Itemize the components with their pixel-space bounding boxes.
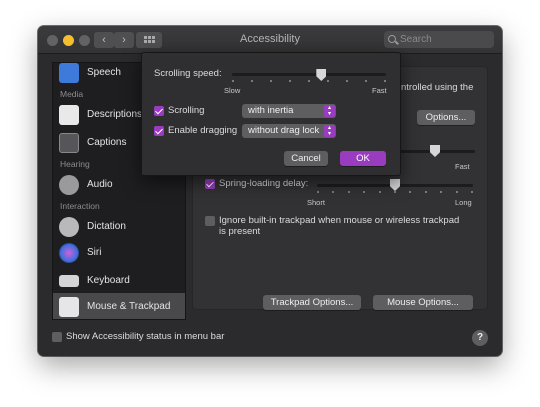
slider-tick: [440, 191, 443, 193]
sidebar-item-label: Keyboard: [87, 275, 130, 286]
slider-tick: [409, 191, 412, 193]
double-click-speed-thumb[interactable]: [430, 145, 440, 157]
slider-tick: [289, 80, 291, 82]
back-arrow-icon: ‹: [102, 34, 106, 46]
slider-tick: [363, 191, 366, 193]
slider-tick: [251, 80, 253, 82]
long-label: Long: [455, 198, 472, 207]
sidebar-item-label: Descriptions: [87, 109, 143, 120]
slider-tick: [347, 191, 350, 193]
forward-arrow-icon: ›: [122, 34, 126, 46]
mouse-trackpad-icon: [59, 297, 79, 317]
keyboard-icon: [59, 275, 79, 287]
sidebar-header-media: Media: [60, 89, 84, 99]
slow-label: Slow: [224, 86, 241, 95]
scrolling-speed-thumb[interactable]: [316, 69, 327, 81]
sidebar-header-hearing: Hearing: [60, 159, 90, 169]
slider-tick: [365, 80, 367, 82]
enable-dragging-checkbox[interactable]: [154, 126, 164, 136]
sidebar-item-siri[interactable]: Siri: [53, 239, 185, 267]
slider-tick: [332, 191, 335, 193]
fast-label: Fast: [455, 162, 470, 171]
slider-tick: [455, 191, 458, 193]
cancel-button[interactable]: Cancel: [284, 151, 328, 166]
slider-tick: [308, 80, 310, 82]
slider-tick: [327, 80, 329, 82]
slider-tick: [317, 191, 319, 193]
dragging-select-value: without drag lock: [248, 125, 320, 136]
window-title: Accessibility: [240, 33, 300, 45]
dictation-icon: [59, 217, 79, 237]
scrolling-label: Scrolling: [168, 105, 205, 116]
scrolling-checkbox[interactable]: [154, 106, 164, 116]
scrolling-select[interactable]: with inertia ▴ ▾: [242, 104, 336, 118]
sidebar-header-interaction: Interaction: [60, 201, 100, 211]
slider-tick: [384, 80, 386, 82]
spring-loading-checkbox[interactable]: [205, 179, 215, 189]
slider-tick: [346, 80, 348, 82]
ignore-trackpad-label-line1: Ignore built-in trackpad when mouse or w…: [219, 215, 460, 226]
forward-button[interactable]: ›: [114, 32, 134, 48]
siri-icon: [59, 243, 79, 263]
sidebar-item-mouse-trackpad[interactable]: Mouse & Trackpad: [53, 293, 185, 319]
help-button[interactable]: ?: [472, 330, 488, 346]
descriptions-icon: [59, 105, 79, 125]
enable-dragging-label: Enable dragging: [168, 125, 238, 136]
options-button[interactable]: Options...: [417, 110, 475, 125]
slider-tick: [424, 191, 427, 193]
spring-loading-label: Spring-loading delay:: [219, 178, 309, 189]
scrolling-speed-track[interactable]: [232, 73, 386, 76]
sidebar-item-label: Captions: [87, 137, 127, 148]
search-icon: [388, 35, 396, 43]
zoom-window-button[interactable]: [79, 35, 90, 46]
speech-icon: [59, 63, 79, 83]
slider-tick: [232, 80, 234, 82]
slider-tick: [471, 191, 473, 193]
show-status-label: Show Accessibility status in menu bar: [66, 331, 225, 342]
ignore-trackpad-label-line2: is present: [219, 226, 261, 237]
show-status-checkbox[interactable]: [52, 332, 62, 342]
updown-chevron-icon: ▴ ▾: [324, 105, 335, 117]
trackpad-options-popover: Scrolling speed: Slow Fast Scrolling wit…: [141, 52, 401, 176]
short-label: Short: [307, 198, 325, 207]
dragging-select[interactable]: without drag lock ▴ ▾: [242, 124, 336, 138]
sidebar-item-dictation[interactable]: Dictation: [53, 213, 185, 241]
slider-tick: [270, 80, 272, 82]
slider-tick: [394, 191, 396, 193]
search-field[interactable]: Search: [384, 31, 494, 48]
sidebar-item-label: Dictation: [87, 221, 126, 232]
sidebar-item-label: Siri: [87, 247, 102, 258]
show-all-button[interactable]: [136, 32, 162, 48]
sidebar-item-label: Speech: [87, 67, 121, 78]
close-window-button[interactable]: [47, 35, 58, 46]
scrolling-speed-label: Scrolling speed:: [154, 68, 222, 79]
back-button[interactable]: ‹: [94, 32, 114, 48]
updown-chevron-icon: ▴ ▾: [324, 125, 335, 137]
mouse-options-button[interactable]: Mouse Options...: [373, 295, 473, 310]
slider-tick: [378, 191, 381, 193]
sidebar-item-keyboard[interactable]: Keyboard: [53, 267, 185, 295]
description-text-partial: ntrolled using the: [401, 82, 474, 93]
fast-label: Fast: [372, 86, 387, 95]
sidebar-item-label: Audio: [87, 179, 113, 190]
spring-loading-thumb[interactable]: [390, 179, 400, 191]
captions-icon: [59, 133, 79, 153]
audio-icon: [59, 175, 79, 195]
minimize-window-button[interactable]: [63, 35, 74, 46]
trackpad-options-button[interactable]: Trackpad Options...: [263, 295, 361, 310]
title-bar: ‹ › Accessibility Search: [38, 26, 502, 54]
sidebar-item-label: Mouse & Trackpad: [87, 301, 171, 312]
ignore-trackpad-checkbox[interactable]: [205, 216, 215, 226]
scrolling-select-value: with inertia: [248, 105, 294, 116]
ok-button[interactable]: OK: [340, 151, 386, 166]
search-placeholder: Search: [400, 34, 432, 45]
